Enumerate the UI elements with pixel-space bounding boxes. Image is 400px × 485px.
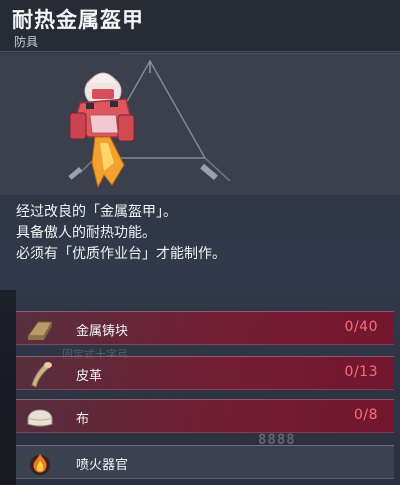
- item-header: 耐热金属盔甲 防具: [0, 0, 400, 52]
- leather-icon: [31, 362, 52, 388]
- material-count: 0/8: [353, 407, 378, 423]
- item-description: 经过改良的「金属盔甲」。 具备傲人的耐热功能。 必须有「优质作业台」才能制作。: [16, 202, 386, 265]
- material-row-flame-organ[interactable]: 喷火器官: [16, 445, 394, 479]
- material-count: 0/13: [344, 364, 378, 380]
- material-name: 布: [76, 412, 90, 427]
- item-detail-panel: 耐热金属盔甲 防具 经过改良的「金属盔甲」。 具备傲人的耐热功能。 必须有「优质…: [0, 0, 400, 485]
- material-row-cloth[interactable]: 布 0/8: [16, 399, 394, 433]
- material-row-metal-ingot[interactable]: 金属铸块 0/40: [16, 311, 394, 345]
- material-name: 喷火器官: [76, 458, 129, 473]
- material-count: 0/40: [344, 319, 378, 335]
- material-name: 金属铸块: [76, 324, 129, 339]
- description-line: 具备傲人的耐热功能。: [16, 225, 156, 241]
- material-name: 皮革: [76, 369, 103, 384]
- item-category: 防具: [14, 35, 39, 49]
- flame-organ-icon: [30, 454, 50, 475]
- preview-frame: [0, 53, 400, 195]
- description-line: 必须有「优质作业台」才能制作。: [16, 246, 226, 262]
- cloth-icon: [27, 409, 53, 427]
- description-line: 经过改良的「金属盔甲」。: [16, 204, 177, 220]
- item-title: 耐热金属盔甲: [12, 8, 144, 32]
- metal-ingot-icon: [27, 321, 53, 340]
- left-shadow: [0, 290, 16, 485]
- material-row-leather[interactable]: 皮革 0/13: [16, 356, 394, 390]
- item-preview: [0, 53, 400, 195]
